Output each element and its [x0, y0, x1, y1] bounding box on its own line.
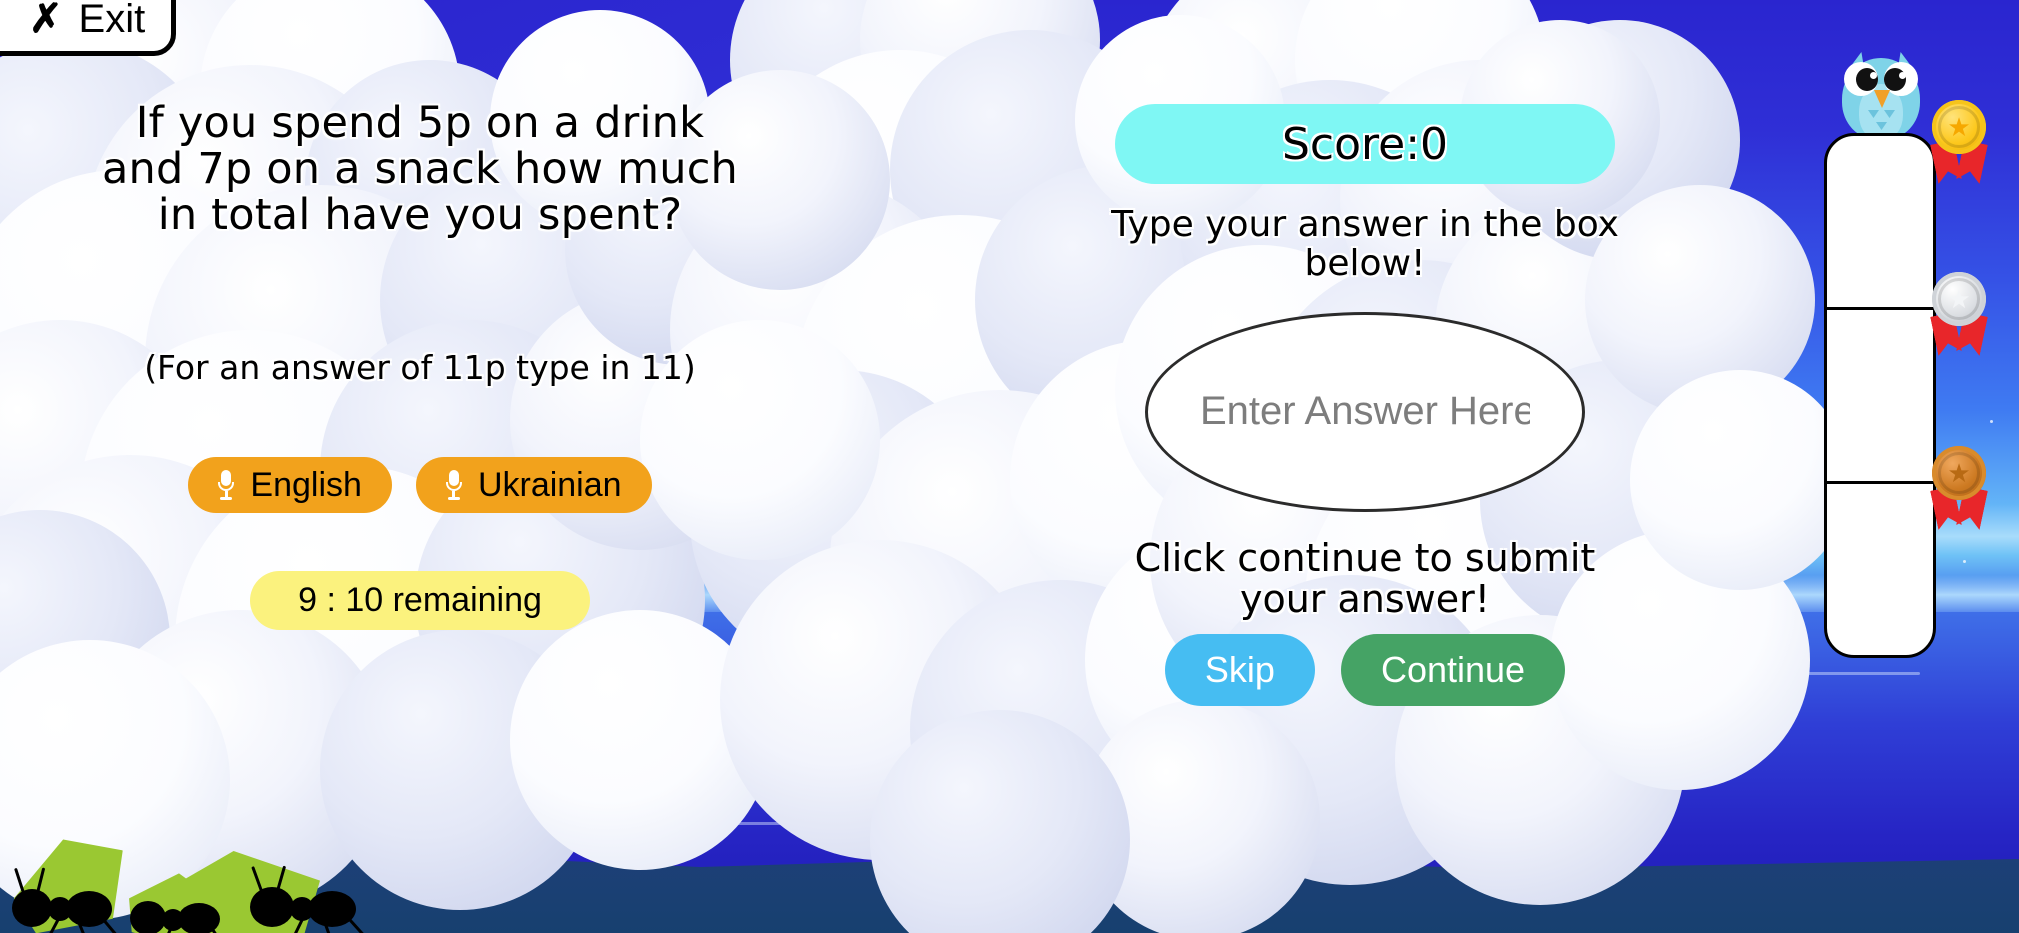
continue-button[interactable]: Continue	[1340, 633, 1566, 706]
star-icon: ★	[1947, 284, 1971, 314]
game-stage: ✗ Exit If you spend 5p on a drink and 7p…	[0, 0, 2019, 933]
medal-bronze: ★	[1928, 446, 1990, 528]
microphone-icon	[445, 470, 462, 500]
exit-button-label: Exit	[78, 0, 146, 41]
progress-column: ★ ★ ★	[1824, 40, 2019, 700]
foreground-ants-and-leaves	[0, 803, 520, 933]
owl-icon	[1838, 48, 1924, 146]
type-answer-hint: Type your answer in the box below!	[1111, 204, 1619, 284]
progress-divider	[1827, 307, 1933, 310]
question-panel: If you spend 5p on a drink and 7p on a s…	[90, 100, 750, 630]
close-icon: ✗	[29, 0, 63, 41]
remaining-counter-wrap: 9 : 10 remaining	[90, 571, 750, 630]
questions-remaining-badge: 9 : 10 remaining	[250, 571, 590, 630]
skip-button[interactable]: Skip	[1164, 633, 1315, 706]
medal-silver: ★	[1928, 272, 1990, 354]
star-icon: ★	[1947, 458, 1971, 488]
language-buttons-row: English Ukrainian	[90, 457, 750, 513]
microphone-icon	[218, 470, 235, 500]
language-button-english[interactable]: English	[188, 457, 392, 513]
language-button-label: Ukrainian	[477, 465, 622, 504]
star-icon: ★	[1947, 112, 1971, 142]
exit-button[interactable]: ✗ Exit	[0, 0, 177, 56]
answer-panel: Score:0 Type your answer in the box belo…	[1105, 104, 1625, 706]
answer-input[interactable]	[1200, 389, 1530, 435]
score-badge: Score:0	[1115, 104, 1615, 184]
action-buttons-row: Skip Continue	[1164, 633, 1566, 706]
language-button-ukrainian[interactable]: Ukrainian	[415, 457, 652, 513]
answer-input-oval[interactable]	[1145, 311, 1585, 512]
medal-gold: ★	[1928, 100, 1990, 182]
progress-bar	[1824, 133, 1936, 658]
question-text: If you spend 5p on a drink and 7p on a s…	[102, 98, 738, 240]
submit-answer-hint: Click continue to submit your answer!	[1134, 535, 1596, 621]
language-button-label: English	[250, 465, 362, 504]
progress-divider	[1827, 481, 1933, 484]
question-format-hint: (For an answer of 11p type in 11)	[144, 348, 696, 387]
